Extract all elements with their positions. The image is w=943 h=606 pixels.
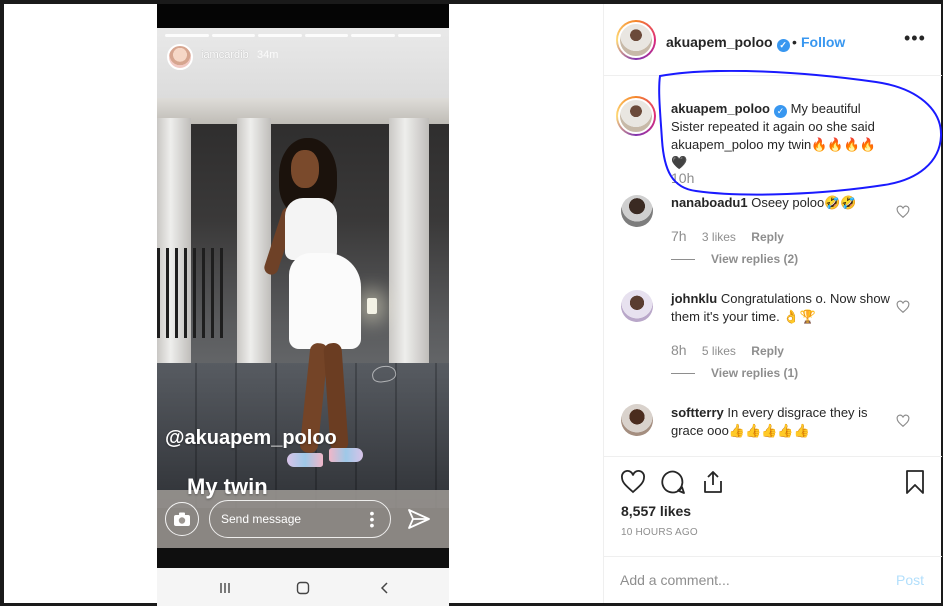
photo-subject-shoe <box>287 453 323 467</box>
window-frame-left <box>0 0 4 606</box>
annotation-highlight-circle <box>658 70 943 196</box>
reply-button[interactable]: Reply <box>751 230 784 244</box>
story-time: 34m <box>257 49 279 61</box>
likes-count[interactable]: 8,557 likes <box>621 503 691 519</box>
story-avatar[interactable] <box>167 44 193 70</box>
verified-badge-icon: ✓ <box>776 39 790 52</box>
phone-navigation-bar <box>157 568 449 606</box>
like-comment-heart-icon[interactable] <box>896 300 910 314</box>
view-replies-line <box>671 259 695 261</box>
comment-bubble-icon[interactable] <box>660 469 686 495</box>
post-media-story-screenshot[interactable]: iamcardib 34m @akuapem_poloo My twin Sen… <box>157 4 449 606</box>
send-message-placeholder: Send message <box>221 512 302 526</box>
add-comment-row: Add a comment... Post <box>604 556 942 604</box>
like-comment-heart-icon[interactable] <box>896 205 910 219</box>
send-direct-icon[interactable] <box>407 507 431 531</box>
story-progress-bars <box>165 34 441 37</box>
share-icon[interactable] <box>700 469 726 495</box>
comment-meta: 8h 5 likes Reply <box>671 342 784 358</box>
comment-avatar[interactable] <box>621 195 653 227</box>
comment-item: softterry In every disgrace they is grac… <box>671 404 891 440</box>
more-options-icon[interactable]: ••• <box>369 506 375 532</box>
comment-item: johnklu Congratulations o. Now show them… <box>671 290 891 326</box>
comment-avatar[interactable] <box>621 290 653 322</box>
photo-subject-shoe <box>329 448 363 462</box>
like-heart-icon[interactable] <box>620 469 646 495</box>
comment-time[interactable]: 7h <box>671 228 687 244</box>
story-mention-sticker[interactable]: @akuapem_poloo <box>165 427 337 450</box>
story-username[interactable]: iamcardib <box>201 49 249 61</box>
story-caption-text: My twin <box>187 474 268 499</box>
post-details-panel: akuapem_poloo ✓ • Follow ••• akuapem_polo… <box>603 4 943 603</box>
home-icon[interactable] <box>291 576 315 600</box>
photo-pillar-mid <box>237 118 271 368</box>
header-separator-dot: • <box>792 34 797 50</box>
author-username-link[interactable]: akuapem_poloo ✓ <box>666 34 790 52</box>
more-options-icon[interactable]: ••• <box>904 28 926 49</box>
comment-username-link[interactable]: softterry <box>671 405 724 420</box>
comment-likes[interactable]: 5 likes <box>702 344 736 358</box>
follow-button[interactable]: Follow <box>801 34 845 50</box>
photo-railing <box>157 248 227 338</box>
post-timestamp[interactable]: 10 HOURS AGO <box>621 527 698 538</box>
story-camera-button[interactable] <box>165 502 199 536</box>
comment-username-link[interactable]: johnklu <box>671 291 717 306</box>
photo-subject-skirt <box>289 253 361 349</box>
comment-meta: 7h 3 likes Reply <box>671 228 784 244</box>
screenshot-root: iamcardib 34m @akuapem_poloo My twin Sen… <box>0 0 943 606</box>
phone-status-bar <box>157 4 449 28</box>
camera-icon <box>174 512 190 526</box>
comment-avatar[interactable] <box>621 404 653 436</box>
post-header: akuapem_poloo ✓ • Follow ••• <box>604 4 942 76</box>
photo-pillar-right <box>389 118 429 368</box>
photo-subject-top <box>285 198 337 260</box>
caption-author-avatar[interactable] <box>616 96 656 136</box>
view-replies-line <box>671 373 695 375</box>
post-comment-button[interactable]: Post <box>896 572 924 588</box>
like-comment-heart-icon[interactable] <box>896 414 910 428</box>
comment-likes[interactable]: 3 likes <box>702 230 736 244</box>
view-replies-button[interactable]: View replies (2) <box>671 252 798 266</box>
photo-subject-face <box>291 150 319 188</box>
recent-apps-icon[interactable] <box>213 576 237 600</box>
reply-button[interactable]: Reply <box>751 344 784 358</box>
photo-wall-lamp <box>367 298 377 314</box>
author-avatar[interactable] <box>616 20 656 60</box>
view-replies-button[interactable]: View replies (1) <box>671 366 798 380</box>
back-icon[interactable] <box>373 576 397 600</box>
post-actions: 8,557 likes 10 HOURS AGO Add a comment..… <box>604 456 942 603</box>
add-comment-input[interactable]: Add a comment... <box>620 572 730 588</box>
story-header: iamcardib 34m <box>157 28 449 98</box>
save-bookmark-icon[interactable] <box>902 469 928 495</box>
comment-time[interactable]: 8h <box>671 342 687 358</box>
